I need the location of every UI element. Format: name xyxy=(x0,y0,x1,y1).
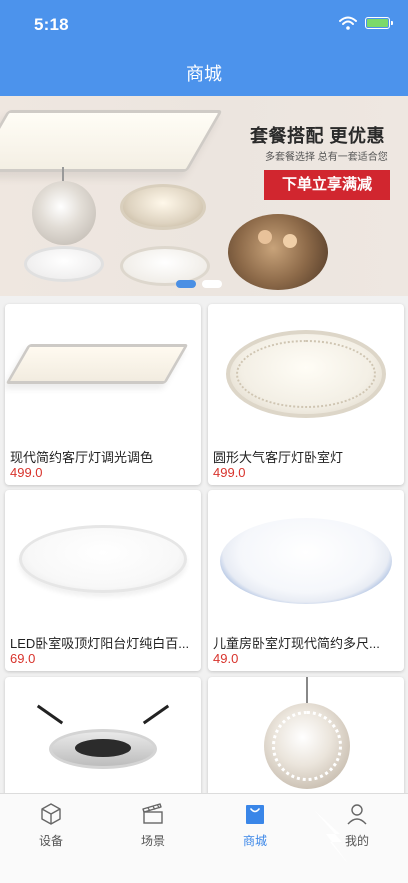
banner-family-photo xyxy=(228,214,328,290)
banner-ball-lamp-image xyxy=(32,167,96,245)
product-image xyxy=(5,304,201,439)
product-card[interactable] xyxy=(208,677,404,793)
product-image xyxy=(208,304,404,439)
product-image xyxy=(208,677,404,793)
banner-crystal-lamp-image xyxy=(120,184,206,230)
product-grid[interactable]: 现代简约客厅灯调光调色 499.0 圆形大气客厅灯卧室灯 499.0 LED卧室… xyxy=(0,296,408,793)
product-image xyxy=(5,677,201,793)
product-card[interactable] xyxy=(5,677,201,793)
banner-headline: 套餐搭配 更优惠 xyxy=(250,126,386,146)
tab-scenes[interactable]: 场景 xyxy=(102,794,204,854)
product-card[interactable]: 现代简约客厅灯调光调色 499.0 xyxy=(5,304,201,485)
shopping-bag-icon xyxy=(246,805,264,824)
product-price: 499.0 xyxy=(213,465,246,480)
tab-label: 设备 xyxy=(38,834,63,848)
banner-panel-lamp-image xyxy=(0,110,223,172)
product-price: 69.0 xyxy=(10,651,36,666)
product-price: 499.0 xyxy=(10,465,43,480)
product-card[interactable]: 圆形大气客厅灯卧室灯 499.0 xyxy=(208,304,404,485)
banner-pagination xyxy=(176,280,222,288)
tab-label: 商城 xyxy=(242,834,267,848)
watermark-icon xyxy=(314,810,350,866)
tab-label: 场景 xyxy=(140,834,165,848)
promo-banner[interactable]: 套餐搭配 更优惠 多套餐选择 总有一套适合您 下单立享满减 xyxy=(0,96,408,296)
clapperboard-icon xyxy=(142,803,163,824)
app-header: 5:18 商城 xyxy=(0,0,408,96)
status-icons xyxy=(339,16,393,30)
product-card[interactable]: LED卧室吸顶灯阳台灯纯白百... 69.0 xyxy=(5,490,201,671)
banner-cta-button[interactable]: 下单立享满减 xyxy=(264,170,390,200)
product-name: LED卧室吸顶灯阳台灯纯白百... xyxy=(10,636,190,651)
page-title: 商城 xyxy=(186,64,222,84)
product-price: 49.0 xyxy=(213,651,239,666)
banner-page-dot-1[interactable] xyxy=(176,280,196,288)
banner-round-lamp-image xyxy=(24,246,104,282)
banner-page-dot-2[interactable] xyxy=(202,280,222,288)
product-card[interactable]: 儿童房卧室灯现代简约多尺... 49.0 xyxy=(208,490,404,671)
product-image xyxy=(208,490,404,625)
product-image xyxy=(5,490,201,625)
product-name: 儿童房卧室灯现代简约多尺... xyxy=(213,636,380,651)
tab-mall[interactable]: 商城 xyxy=(204,794,306,854)
wifi-icon xyxy=(339,16,357,30)
product-name: 圆形大气客厅灯卧室灯 xyxy=(213,450,344,465)
banner-subtitle: 多套餐选择 总有一套适合您 xyxy=(265,152,388,163)
product-name: 现代简约客厅灯调光调色 xyxy=(10,450,154,465)
battery-icon xyxy=(365,17,393,29)
tab-devices[interactable]: 设备 xyxy=(0,794,102,854)
status-time: 5:18 xyxy=(34,15,69,34)
cube-icon xyxy=(41,803,61,825)
